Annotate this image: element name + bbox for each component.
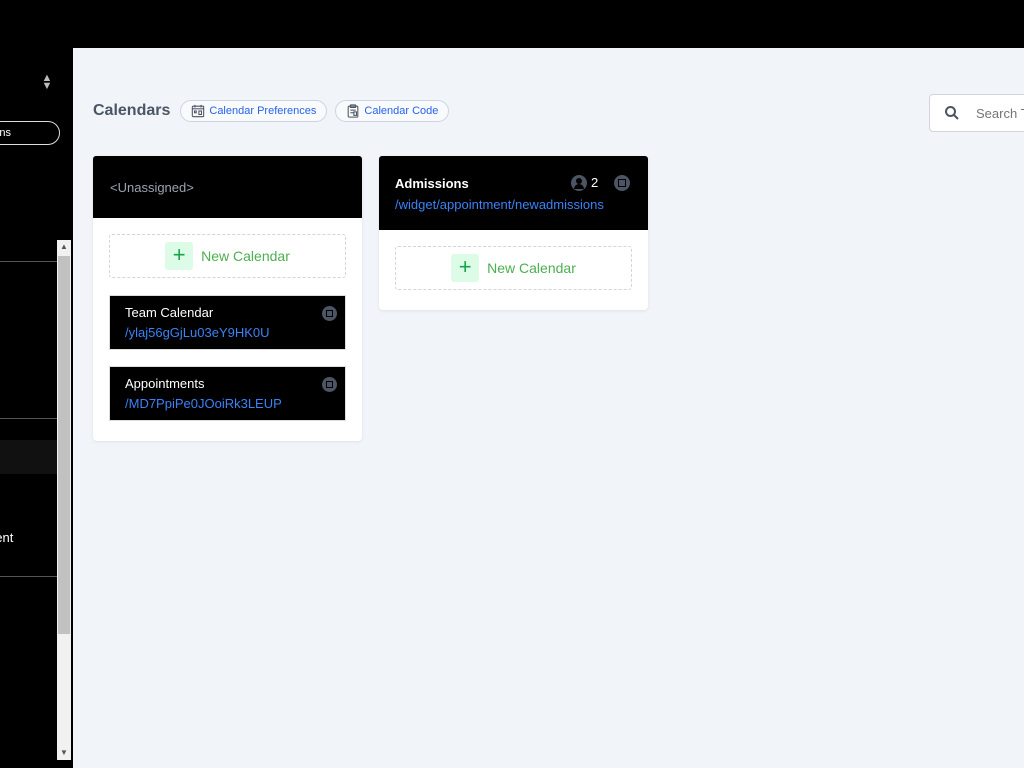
calendar-code-button[interactable]: Calendar Code: [335, 100, 450, 122]
clipboard-code-icon: [348, 104, 359, 118]
top-bar: [0, 0, 1024, 48]
calendar-link[interactable]: /MD7PpiPe0JOoiRk3LEUP: [125, 396, 282, 411]
user-icon: [571, 175, 587, 191]
calendar-link[interactable]: /ylaj56gGjLu03eY9HK0U: [125, 325, 270, 340]
page-title: Calendars: [93, 102, 171, 119]
sidebar-item-active[interactable]: [0, 440, 57, 474]
plus-icon: +: [165, 242, 194, 270]
search-box[interactable]: [929, 94, 1024, 132]
group-header: <Unassigned>: [93, 156, 362, 218]
group-link[interactable]: /widget/appointment/newadmissions: [395, 197, 604, 212]
calendar-settings-icon: [192, 104, 205, 118]
sidebar-pill-button[interactable]: ns: [0, 121, 60, 145]
calendar-code-label: Calendar Code: [364, 105, 439, 117]
search-input[interactable]: [974, 104, 1024, 122]
calendar-group-admissions: Admissions /widget/appointment/newadmiss…: [379, 156, 648, 310]
calendar-name: Team Calendar: [125, 305, 214, 320]
sidebar: ▲▼ ns nent ▲ ▼: [0, 48, 73, 768]
sidebar-divider: [0, 261, 57, 262]
new-calendar-label: New Calendar: [487, 260, 576, 276]
scroll-down-arrow-icon[interactable]: ▼: [57, 746, 71, 760]
member-count: 2: [591, 175, 599, 190]
group-title: <Unassigned>: [110, 180, 194, 195]
new-calendar-button[interactable]: + New Calendar: [395, 246, 632, 290]
save-icon[interactable]: [322, 377, 337, 392]
scroll-thumb[interactable]: [58, 256, 70, 634]
calendar-card[interactable]: Team Calendar /ylaj56gGjLu03eY9HK0U: [109, 295, 346, 350]
page-header: Calendars Calendar Preferences Calendar …: [93, 100, 450, 122]
search-icon: [945, 106, 959, 120]
save-icon[interactable]: [322, 306, 337, 321]
calendar-preferences-button[interactable]: Calendar Preferences: [180, 100, 328, 122]
scroll-up-arrow-icon[interactable]: ▲: [57, 240, 71, 254]
sidebar-scrollbar[interactable]: ▲ ▼: [57, 240, 71, 760]
calendar-group-unassigned: <Unassigned> + New Calendar Team Calenda…: [93, 156, 362, 441]
sidebar-item-text: nent: [0, 530, 14, 545]
new-calendar-label: New Calendar: [201, 248, 290, 264]
sidebar-divider: [0, 576, 57, 577]
calendar-name: Appointments: [125, 376, 205, 391]
calendar-card[interactable]: Appointments /MD7PpiPe0JOoiRk3LEUP: [109, 366, 346, 421]
new-calendar-button[interactable]: + New Calendar: [109, 234, 346, 278]
calendar-preferences-label: Calendar Preferences: [209, 105, 317, 117]
group-title: Admissions: [395, 176, 469, 191]
save-icon[interactable]: [614, 175, 630, 191]
sidebar-divider: [0, 418, 57, 419]
plus-icon: +: [451, 254, 480, 282]
main-content: Calendars Calendar Preferences Calendar …: [73, 48, 1024, 768]
sidebar-item-label[interactable]: nent: [0, 530, 25, 545]
chevron-updown-icon[interactable]: ▲ ▼: [40, 73, 54, 94]
group-header: Admissions /widget/appointment/newadmiss…: [379, 156, 648, 230]
